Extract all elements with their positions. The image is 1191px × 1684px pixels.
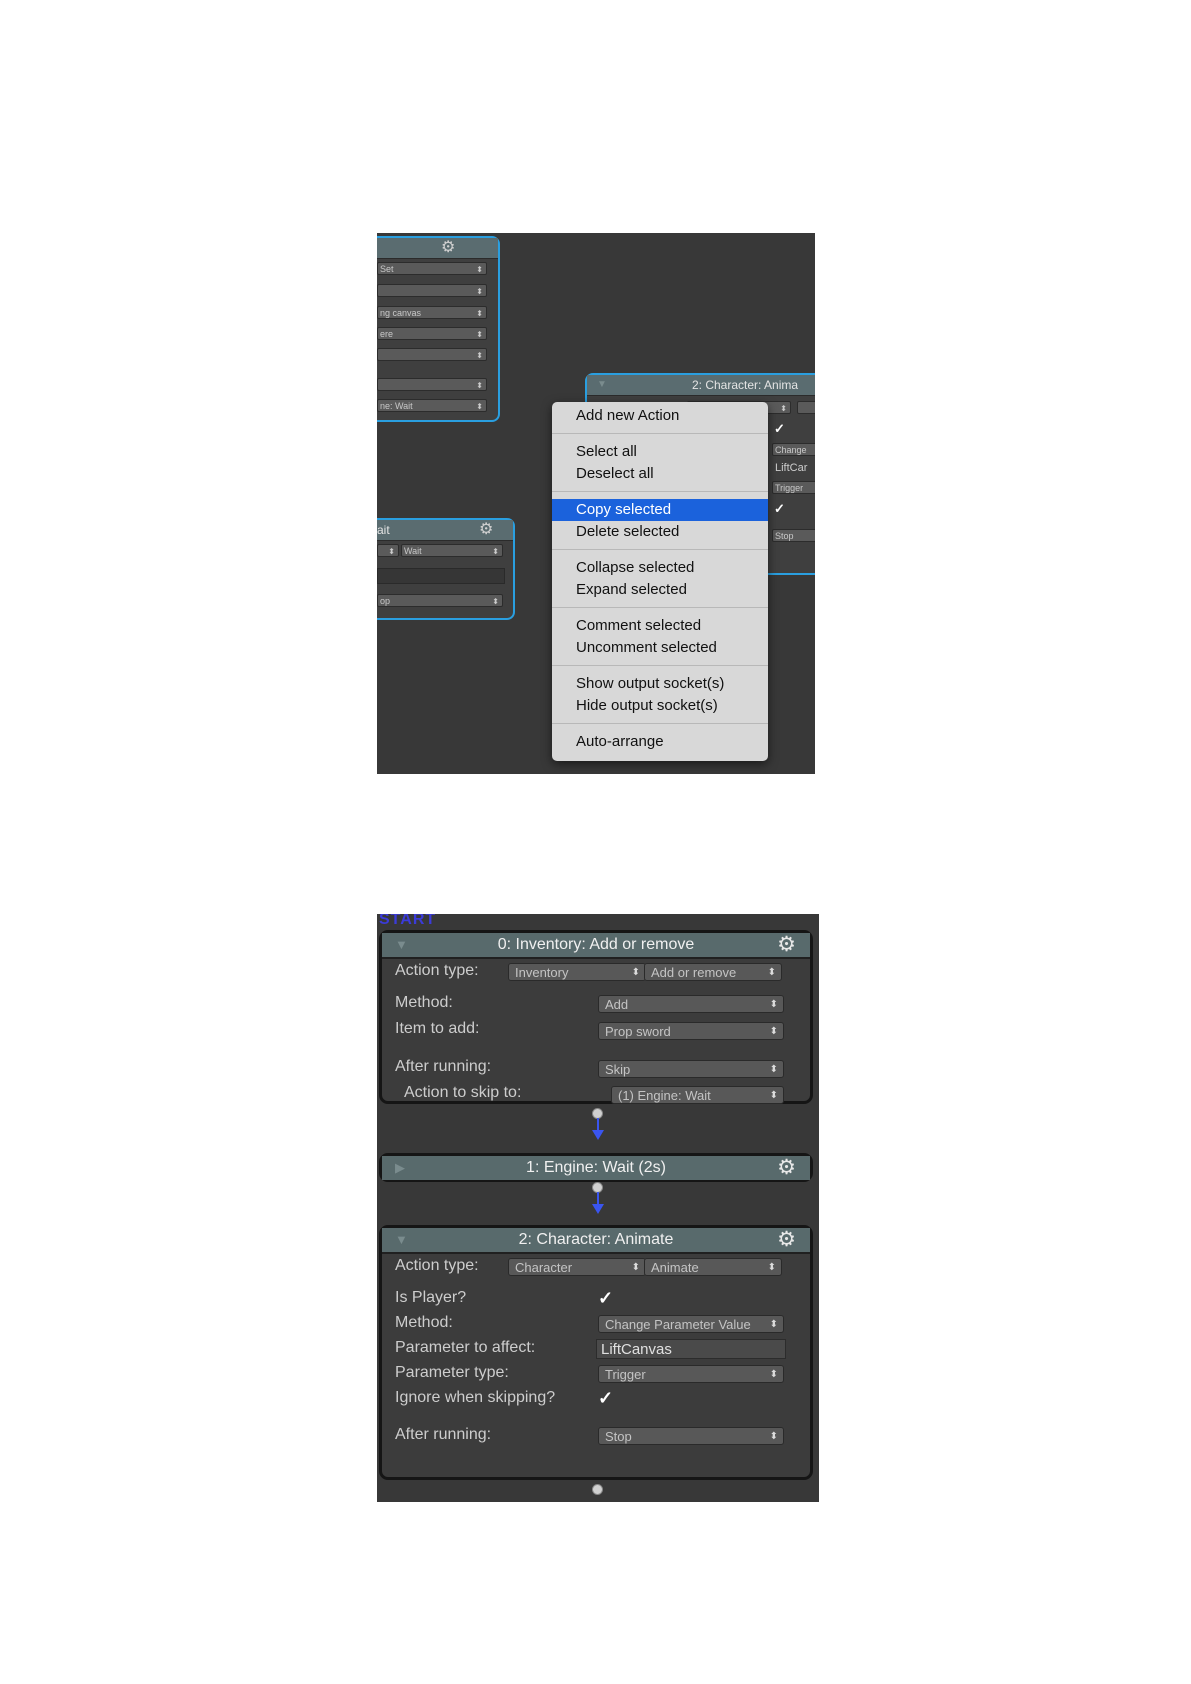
ignore-when-skipping-checkbox-checked-icon[interactable]: ✓ [598, 1389, 613, 1407]
menu-item-select-all[interactable]: Select all [552, 441, 768, 463]
node-a-dropdown[interactable]: ne: Wait ⬍ [377, 399, 487, 412]
method-label: Method: [395, 994, 453, 1011]
connection-arrow-icon [592, 1204, 604, 1214]
node-a-dropdown[interactable]: ⬍ [377, 378, 487, 391]
node-a-dropdown[interactable]: Set ⬍ [377, 262, 487, 275]
menu-item-auto-arrange[interactable]: Auto-arrange [552, 731, 768, 753]
node-b-dropdown-bottom[interactable]: op ⬍ [377, 594, 503, 607]
menu-divider [552, 491, 768, 492]
action-node-2[interactable]: ▼ 2: Character: Animate ⚙ Action type: C… [379, 1225, 813, 1480]
collapse-triangle-icon[interactable]: ▼ [395, 1228, 408, 1252]
gear-icon[interactable]: ⚙ [777, 1156, 796, 1180]
gear-icon[interactable]: ⚙ [777, 1228, 796, 1252]
node-editor-canvas-top[interactable]: ⚙ Set ⬍ ⬍ ng canvas ⬍ ere ⬍ ⬍ ⬍ ne: Wait ⬍ a… [377, 233, 815, 774]
node-c-text-value: LiftCar [775, 462, 808, 474]
after-running-dropdown[interactable]: Skip ⬍ [598, 1060, 784, 1078]
parameter-to-affect-input[interactable]: LiftCanvas [596, 1339, 786, 1359]
collapse-triangle-icon[interactable]: ▼ [597, 375, 607, 395]
node-c-dropdown[interactable]: Stop [772, 529, 815, 542]
node-1-header[interactable]: ▶ 1: Engine: Wait (2s) ⚙ [382, 1156, 810, 1180]
node-c-dropdown[interactable]: Change [772, 443, 815, 456]
item-to-add-label: Item to add: [395, 1020, 480, 1037]
menu-divider [552, 607, 768, 608]
action-type-category-dropdown[interactable]: Inventory ⬍ [508, 963, 646, 981]
start-label: START [379, 914, 437, 928]
action-node-b[interactable]: ait ⚙ ⬍ Wait ⬍ op ⬍ [377, 518, 515, 620]
node-0-title: 0: Inventory: Add or remove [497, 936, 695, 953]
node-c-dropdown[interactable]: Trigger [772, 481, 815, 494]
output-socket[interactable] [592, 1484, 603, 1495]
menu-item-collapse-selected[interactable]: Collapse selected [552, 557, 768, 579]
menu-item-hide-output-sockets[interactable]: Hide output socket(s) [552, 695, 768, 717]
node-c-title: 2: Character: Anima [692, 378, 799, 392]
method-label: Method: [395, 1314, 453, 1331]
node-b-dropdown-right[interactable]: Wait ⬍ [401, 544, 503, 557]
action-type-dropdown[interactable]: Animate ⬍ [644, 1258, 782, 1276]
node-a-dropdown[interactable]: ⬍ [377, 348, 487, 361]
node-a-header[interactable]: ⚙ [377, 238, 498, 259]
node-2-title: 2: Character: Animate [518, 1231, 674, 1248]
menu-divider [552, 665, 768, 666]
gear-icon[interactable]: ⚙ [479, 520, 493, 540]
action-type-label: Action type: [395, 1257, 479, 1274]
action-node-0[interactable]: ▼ 0: Inventory: Add or remove ⚙ Action t… [379, 930, 813, 1104]
node-2-header[interactable]: ▼ 2: Character: Animate ⚙ [382, 1228, 810, 1254]
node-a-dropdown[interactable]: ng canvas ⬍ [377, 306, 487, 319]
node-0-header[interactable]: ▼ 0: Inventory: Add or remove ⚙ [382, 933, 810, 959]
menu-item-show-output-sockets[interactable]: Show output socket(s) [552, 673, 768, 695]
parameter-type-label: Parameter type: [395, 1364, 509, 1381]
after-running-label: After running: [395, 1426, 492, 1443]
is-player-label: Is Player? [395, 1289, 467, 1306]
node-a-dropdown[interactable]: ere ⬍ [377, 327, 487, 340]
checkbox-checked-icon[interactable]: ✓ [774, 501, 785, 517]
node-c-dropdown[interactable] [797, 401, 815, 414]
menu-item-delete-selected[interactable]: Delete selected [552, 521, 768, 543]
action-type-dropdown[interactable]: Add or remove ⬍ [644, 963, 782, 981]
node-1-title: 1: Engine: Wait (2s) [526, 1159, 666, 1176]
action-type-label: Action type: [395, 962, 479, 979]
node-b-text-field[interactable] [377, 568, 505, 584]
menu-item-expand-selected[interactable]: Expand selected [552, 579, 768, 601]
menu-item-deselect-all[interactable]: Deselect all [552, 463, 768, 485]
menu-divider [552, 723, 768, 724]
collapse-triangle-icon[interactable]: ▼ [395, 933, 408, 957]
checkbox-checked-icon[interactable]: ✓ [774, 421, 785, 437]
after-running-label: After running: [395, 1058, 492, 1075]
parameter-type-dropdown[interactable]: Trigger ⬍ [598, 1365, 784, 1383]
node-b-dropdown-left[interactable]: ⬍ [377, 544, 399, 557]
menu-item-add-new-action[interactable]: Add new Action [552, 405, 768, 427]
node-c-header[interactable]: ▼ 2: Character: Anima [587, 375, 815, 396]
menu-divider [552, 433, 768, 434]
expand-triangle-icon[interactable]: ▶ [395, 1156, 405, 1180]
action-to-skip-to-dropdown[interactable]: (1) Engine: Wait ⬍ [611, 1086, 784, 1104]
gear-icon[interactable]: ⚙ [777, 933, 796, 957]
action-node-a[interactable]: ⚙ Set ⬍ ⬍ ng canvas ⬍ ere ⬍ ⬍ ⬍ ne: Wait ⬍ [377, 236, 500, 422]
after-running-dropdown[interactable]: Stop ⬍ [598, 1427, 784, 1445]
action-to-skip-to-label: Action to skip to: [404, 1084, 522, 1101]
item-to-add-dropdown[interactable]: Prop sword ⬍ [598, 1022, 784, 1040]
node-b-title: ait [377, 523, 390, 537]
menu-item-comment-selected[interactable]: Comment selected [552, 615, 768, 637]
method-dropdown[interactable]: Add ⬍ [598, 995, 784, 1013]
is-player-checkbox-checked-icon[interactable]: ✓ [598, 1289, 613, 1307]
gear-icon[interactable]: ⚙ [441, 238, 455, 258]
menu-item-copy-selected[interactable]: Copy selected [552, 499, 768, 521]
action-type-category-dropdown[interactable]: Character ⬍ [508, 1258, 646, 1276]
method-dropdown[interactable]: Change Parameter Value ⬍ [598, 1315, 784, 1333]
ignore-when-skipping-label: Ignore when skipping? [395, 1389, 556, 1406]
node-b-header[interactable]: ait ⚙ [377, 520, 513, 541]
menu-divider [552, 549, 768, 550]
action-node-1[interactable]: ▶ 1: Engine: Wait (2s) ⚙ [379, 1153, 813, 1182]
node-editor-canvas-bottom[interactable]: START ▼ 0: Inventory: Add or remove ⚙ Ac… [377, 914, 819, 1502]
node-a-dropdown[interactable]: ⬍ [377, 284, 487, 297]
menu-item-uncomment-selected[interactable]: Uncomment selected [552, 637, 768, 659]
context-menu: Add new Action Select all Deselect all C… [552, 402, 768, 761]
parameter-to-affect-label: Parameter to affect: [395, 1339, 536, 1356]
connection-arrow-icon [592, 1130, 604, 1140]
